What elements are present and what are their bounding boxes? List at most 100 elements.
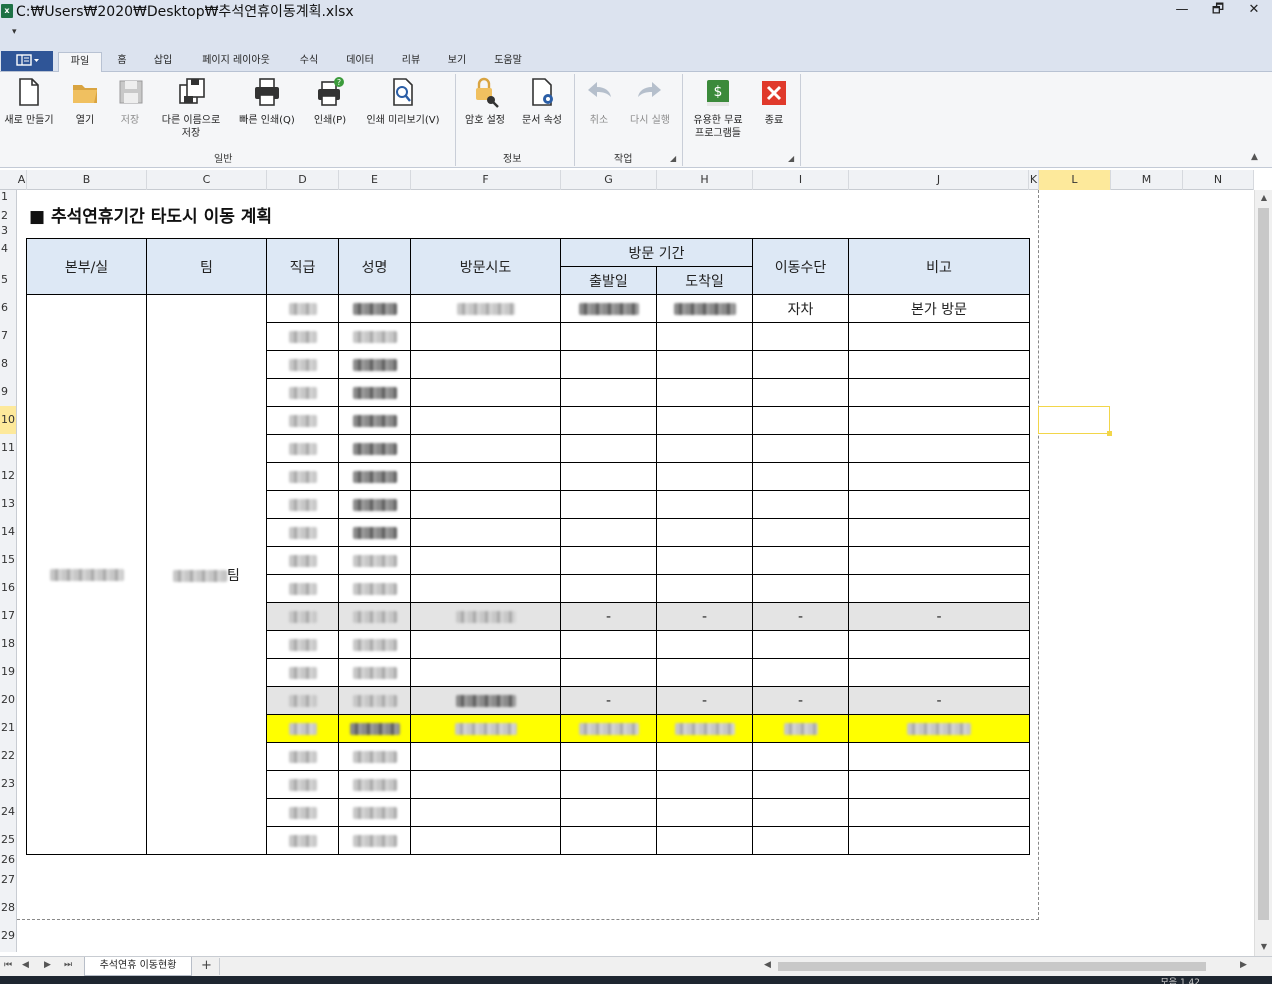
row-header[interactable]: 11: [0, 434, 16, 462]
remark-cell[interactable]: [848, 406, 1031, 435]
add-sheet-button[interactable]: +: [194, 958, 220, 975]
arrive-cell[interactable]: [655, 350, 754, 379]
name-cell[interactable]: [338, 350, 411, 379]
name-cell[interactable]: [338, 434, 411, 463]
row-header[interactable]: 8: [0, 350, 16, 378]
remark-cell[interactable]: [848, 742, 1031, 771]
visit-city-cell[interactable]: [410, 798, 561, 827]
remark-cell[interactable]: 본가 방문: [848, 294, 1031, 323]
row-header[interactable]: 23: [0, 770, 16, 798]
transport-cell[interactable]: [752, 574, 850, 603]
row-header[interactable]: 25: [0, 826, 16, 854]
depart-cell[interactable]: [560, 742, 657, 771]
row-header[interactable]: 18: [0, 630, 16, 658]
rank-cell[interactable]: [266, 602, 339, 631]
arrive-cell[interactable]: [655, 490, 754, 519]
active-cell-selection[interactable]: [1038, 406, 1110, 434]
column-header[interactable]: C: [147, 170, 267, 190]
tab-view[interactable]: 보기: [438, 52, 476, 72]
transport-cell[interactable]: [752, 350, 850, 379]
close-button[interactable]: ✕: [1236, 0, 1272, 22]
remark-cell[interactable]: [848, 490, 1031, 519]
remark-cell[interactable]: [848, 378, 1031, 407]
depart-cell[interactable]: [560, 322, 657, 351]
transport-cell[interactable]: [752, 378, 850, 407]
arrive-cell[interactable]: [655, 434, 754, 463]
arrive-cell[interactable]: [655, 322, 754, 351]
depart-cell[interactable]: [560, 546, 657, 575]
undo-button[interactable]: 취소: [578, 76, 620, 127]
depart-cell[interactable]: [560, 434, 657, 463]
row-header[interactable]: 16: [0, 574, 16, 602]
arrive-cell[interactable]: -: [655, 686, 754, 715]
arrive-cell[interactable]: [655, 546, 754, 575]
depart-cell[interactable]: [560, 630, 657, 659]
column-header[interactable]: F: [411, 170, 561, 190]
name-cell[interactable]: [338, 686, 411, 715]
visit-city-cell[interactable]: [410, 742, 561, 771]
arrive-cell[interactable]: [655, 630, 754, 659]
save-as-button[interactable]: 다른 이름으로 저장: [156, 76, 226, 140]
row-header[interactable]: 27: [0, 866, 16, 894]
arrive-cell[interactable]: -: [655, 602, 754, 631]
arrive-cell[interactable]: [655, 714, 754, 743]
rank-cell[interactable]: [266, 770, 339, 799]
depart-cell[interactable]: [560, 798, 657, 827]
name-cell[interactable]: [338, 378, 411, 407]
remark-cell[interactable]: -: [848, 602, 1031, 631]
tab-review[interactable]: 리뷰: [392, 52, 430, 72]
column-header[interactable]: A: [17, 170, 27, 190]
depart-cell[interactable]: [560, 574, 657, 603]
visit-city-cell[interactable]: [410, 294, 561, 323]
depart-cell[interactable]: [560, 826, 657, 855]
depart-cell[interactable]: [560, 770, 657, 799]
remark-cell[interactable]: [848, 518, 1031, 547]
row-header[interactable]: 26: [0, 854, 16, 866]
row-header[interactable]: 2: [0, 204, 16, 224]
print-button[interactable]: ? 인쇄(P): [306, 76, 354, 127]
transport-cell[interactable]: [752, 546, 850, 575]
collapse-ribbon-button[interactable]: ▲: [1251, 152, 1258, 162]
name-cell[interactable]: [338, 826, 411, 855]
arrive-cell[interactable]: [655, 658, 754, 687]
dialog-launcher-icon[interactable]: ◢: [670, 154, 676, 163]
row-header[interactable]: 9: [0, 378, 16, 406]
transport-cell[interactable]: [752, 826, 850, 855]
last-sheet-icon[interactable]: ⏭: [64, 960, 72, 970]
visit-city-cell[interactable]: [410, 406, 561, 435]
row-header-selected[interactable]: 10: [0, 406, 16, 434]
name-cell[interactable]: [338, 546, 411, 575]
rank-cell[interactable]: [266, 490, 339, 519]
row-header[interactable]: 24: [0, 798, 16, 826]
name-cell[interactable]: [338, 322, 411, 351]
transport-cell[interactable]: -: [752, 602, 850, 631]
dialog-launcher-icon[interactable]: ◢: [788, 154, 794, 163]
remark-cell[interactable]: [848, 574, 1031, 603]
column-header[interactable]: I: [753, 170, 849, 190]
name-cell[interactable]: [338, 602, 411, 631]
visit-city-cell[interactable]: [410, 658, 561, 687]
column-header[interactable]: M: [1111, 170, 1183, 190]
tab-data[interactable]: 데이터: [336, 52, 384, 72]
redo-button[interactable]: 다시 실행: [622, 76, 678, 127]
arrive-cell[interactable]: [655, 462, 754, 491]
print-preview-button[interactable]: 인쇄 미리보기(V): [358, 76, 448, 127]
document-properties-button[interactable]: 문서 속성: [514, 76, 570, 127]
arrive-cell[interactable]: [655, 770, 754, 799]
row-header[interactable]: 19: [0, 658, 16, 686]
name-cell[interactable]: [338, 630, 411, 659]
tab-page-layout[interactable]: 페이지 레이아웃: [190, 52, 282, 72]
remark-cell[interactable]: [848, 770, 1031, 799]
name-cell[interactable]: [338, 490, 411, 519]
row-header[interactable]: 28: [0, 894, 16, 922]
column-header[interactable]: H: [657, 170, 753, 190]
rank-cell[interactable]: [266, 798, 339, 827]
rank-cell[interactable]: [266, 350, 339, 379]
row-header[interactable]: 4: [0, 238, 16, 266]
row-header[interactable]: 5: [0, 266, 16, 294]
depart-cell[interactable]: [560, 714, 657, 743]
remark-cell[interactable]: [848, 350, 1031, 379]
scroll-up-icon[interactable]: ▲: [1255, 193, 1272, 202]
arrive-cell[interactable]: [655, 826, 754, 855]
transport-cell[interactable]: [752, 518, 850, 547]
